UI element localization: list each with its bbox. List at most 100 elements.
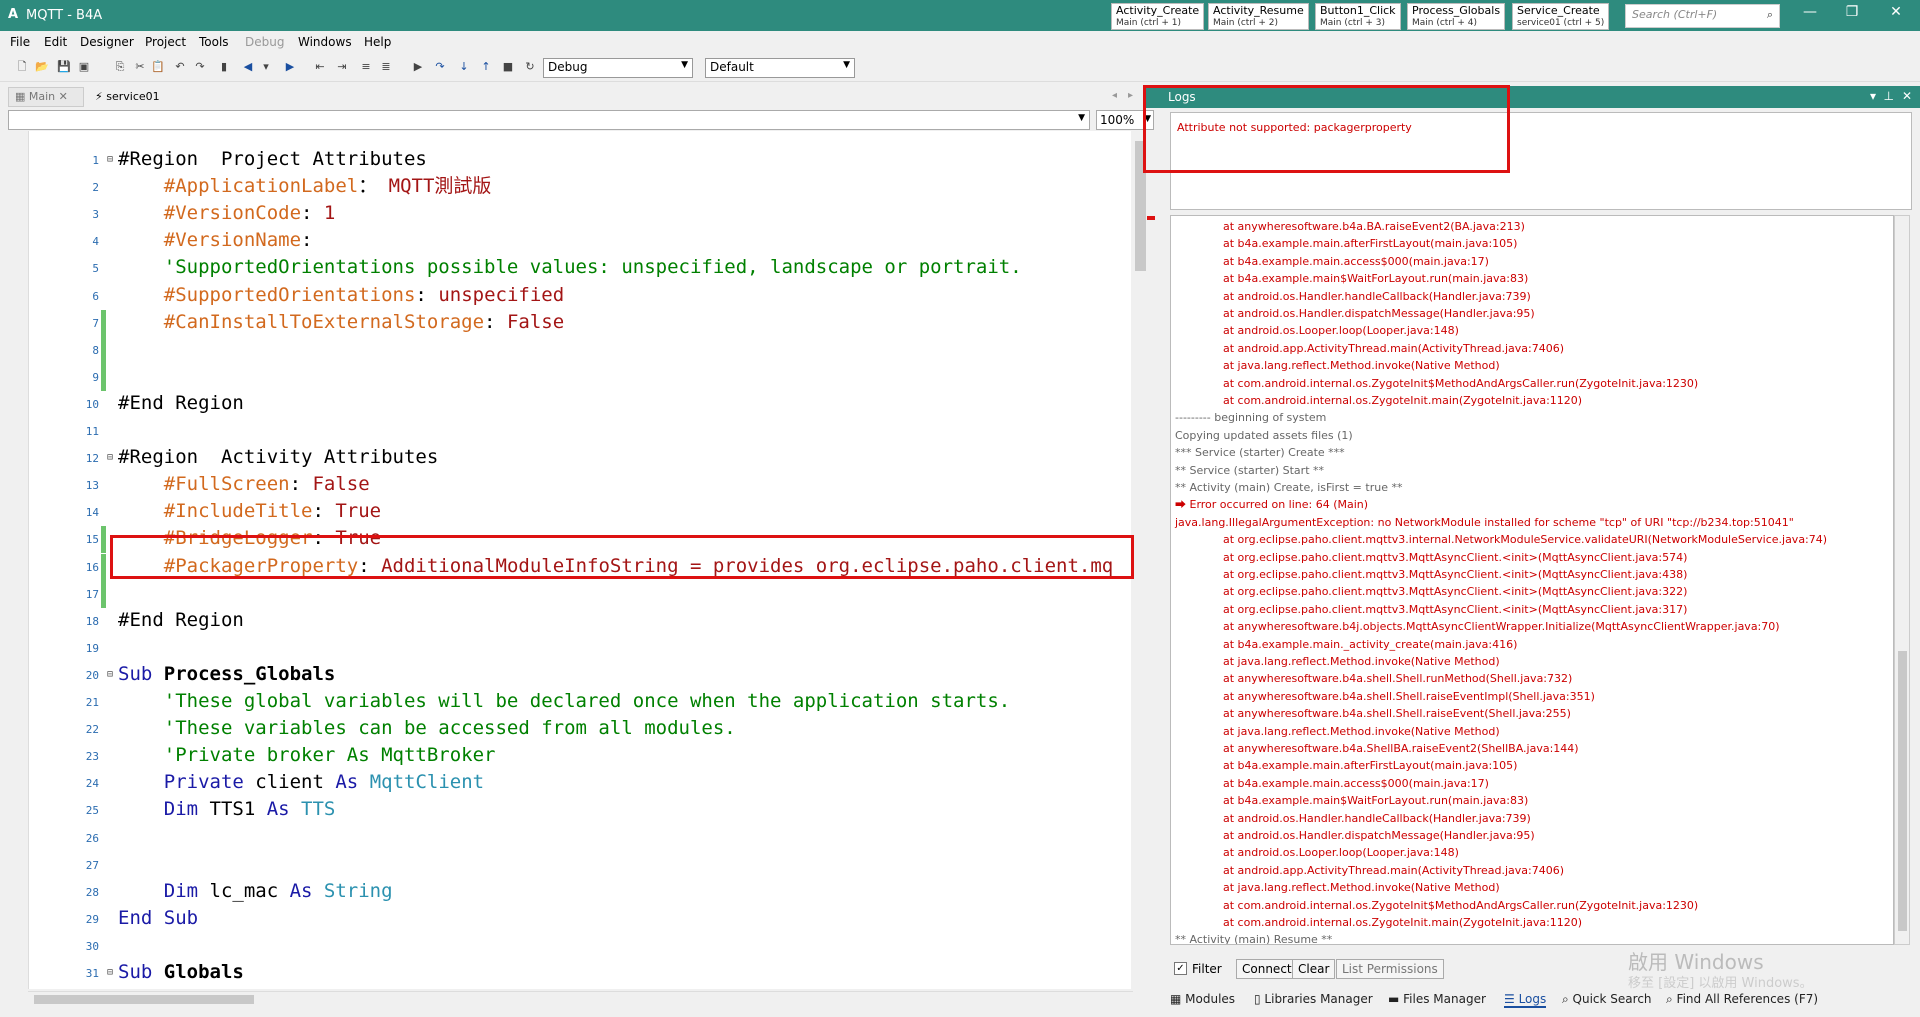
fold-toggle-icon[interactable]: ⊟ (107, 452, 113, 463)
indent-icon[interactable]: ⇥ (334, 59, 350, 75)
editor-vertical-scrollbar[interactable] (1133, 131, 1155, 989)
scrollbar-thumb[interactable] (34, 995, 254, 1004)
code-token: : (415, 283, 427, 306)
menu-windows[interactable]: Windows (298, 35, 352, 49)
copy-icon[interactable]: ⎘ (112, 59, 128, 75)
undo-icon[interactable]: ↶ (172, 59, 188, 75)
bookmark-icon[interactable]: ▮ (216, 59, 232, 75)
save-icon[interactable]: 💾 (56, 59, 72, 75)
quick-jump-activity-create[interactable]: Activity_Create Main (ctrl + 1) (1111, 3, 1205, 30)
uncomment-icon[interactable]: ≣ (378, 59, 394, 75)
search-input[interactable]: Search (Ctrl+F) ⌕ (1625, 4, 1780, 28)
stop-icon[interactable]: ■ (500, 59, 516, 75)
comment-icon[interactable]: ≡ (358, 59, 374, 75)
log-entry: java.lang.IllegalArgumentException: no N… (1175, 515, 1794, 529)
code-token: 1 (312, 202, 336, 225)
menu-file[interactable]: File (10, 35, 30, 49)
tab-main[interactable]: ▦ Main ✕ (8, 87, 84, 107)
filter-checkbox[interactable]: ✓ (1174, 962, 1187, 975)
menu-tools[interactable]: Tools (199, 35, 229, 49)
code-line: #FullScreen: False (118, 472, 370, 496)
fold-toggle-icon[interactable]: ⊟ (107, 154, 113, 165)
code-token: String (323, 879, 393, 902)
log-entry: at com.android.internal.os.ZygoteInit$Me… (1223, 376, 1699, 390)
build-mode-select[interactable]: Debug ▼ (543, 58, 693, 78)
scrollbar-thumb[interactable] (1898, 651, 1907, 931)
navigate-back-icon[interactable]: ◀ (240, 59, 256, 75)
line-number: 16 (85, 560, 99, 574)
tab-quick-search[interactable]: ⌕ Quick Search (1562, 992, 1652, 1007)
line-number: 17 (85, 587, 99, 601)
code-line: 'These variables can be accessed from al… (118, 716, 736, 740)
menu-help[interactable]: Help (364, 35, 391, 49)
quick-jump-service-create[interactable]: Service_Create service01 (ctrl + 5) (1512, 3, 1610, 30)
connect-button[interactable]: Connect (1236, 959, 1298, 979)
tab-service01[interactable]: ⚡ service01 (88, 87, 178, 107)
run-icon[interactable]: ▶ (410, 59, 426, 75)
code-token: #IncludeTitle (118, 500, 313, 523)
fold-toggle-icon[interactable]: ⊟ (107, 669, 113, 680)
step-out-icon[interactable]: ↑ (478, 59, 494, 75)
restore-button[interactable]: ❐ (1832, 4, 1872, 26)
quick-jump-button1-click[interactable]: Button1_Click Main (ctrl + 3) (1315, 3, 1401, 30)
logs-vertical-scrollbar[interactable] (1894, 215, 1910, 945)
menu-debug[interactable]: Debug (245, 35, 284, 49)
restart-icon[interactable]: ↻ (522, 59, 538, 75)
log-entry: at java.lang.reflect.Method.invoke(Nativ… (1223, 655, 1500, 668)
save-all-icon[interactable]: ▣ (76, 59, 92, 75)
editor-horizontal-scrollbar[interactable] (28, 991, 1133, 1007)
log-entry: ** Activity (main) Resume ** (1175, 933, 1333, 945)
close-icon[interactable]: ✕ (59, 90, 68, 103)
list-permissions-button[interactable]: List Permissions (1336, 959, 1444, 979)
error-marker[interactable] (1147, 216, 1155, 220)
clear-button[interactable]: Clear (1292, 959, 1336, 979)
changed-line-marker (101, 526, 106, 554)
code-token: 'These variables can be accessed from al… (118, 717, 736, 740)
chevron-down-icon[interactable]: ▾ (258, 59, 274, 75)
code-line: #End Region (118, 391, 244, 415)
quick-jump-shortcut: Main (ctrl + 4) (1412, 18, 1478, 28)
code-line: #SupportedOrientations: unspecified (118, 283, 564, 307)
navigate-forward-icon[interactable]: ▶ (282, 59, 298, 75)
menu-designer[interactable]: Designer (80, 35, 134, 49)
log-entry: at com.android.internal.os.ZygoteInit$Me… (1223, 898, 1699, 912)
quick-jump-process-globals[interactable]: Process_Globals Main (ctrl + 4) (1407, 3, 1506, 30)
tab-logs[interactable]: ☰ Logs (1504, 992, 1547, 1008)
paste-icon[interactable]: 📋 (150, 59, 166, 75)
quick-jump-activity-resume[interactable]: Activity_Resume Main (ctrl + 2) (1208, 3, 1309, 30)
step-over-icon[interactable]: ↷ (432, 59, 448, 75)
sub-dropdown[interactable]: ▼ (8, 110, 1090, 130)
new-file-icon[interactable]: 🗋 (14, 59, 30, 75)
code-line: #ApplicationLabel： MQTT測試版 (118, 174, 492, 198)
close-icon[interactable]: ✕ (1902, 89, 1912, 103)
tab-scroll-left-icon[interactable]: ◂ (1112, 90, 1117, 101)
step-into-icon[interactable]: ↓ (456, 59, 472, 75)
pin-icon[interactable]: ⊥ (1884, 89, 1894, 103)
tab-libraries-manager[interactable]: ▯ Libraries Manager (1254, 992, 1373, 1006)
chevron-down-icon: ▼ (1078, 113, 1085, 123)
code-line: 'These global variables will be redeclar… (118, 987, 1045, 989)
fold-toggle-icon[interactable]: ⊟ (107, 967, 113, 978)
chevron-down-icon: ▼ (681, 60, 688, 70)
code-token: : (289, 473, 302, 496)
chevron-down-icon[interactable]: ▾ (1870, 89, 1876, 103)
tab-scroll-right-icon[interactable]: ▸ (1128, 90, 1133, 101)
log-entry: at anywheresoftware.b4a.ShellBA.raiseEve… (1223, 742, 1579, 755)
menu-edit[interactable]: Edit (44, 35, 67, 49)
tab-files-manager[interactable]: ▬ Files Manager (1388, 992, 1486, 1006)
line-number: 2 (92, 181, 99, 195)
outdent-icon[interactable]: ⇤ (312, 59, 328, 75)
logs-output[interactable]: at anywheresoftware.b4a.BA.raiseEvent2(B… (1170, 215, 1894, 945)
bottom-tool-tabs: ▦ Modules ▯ Libraries Manager ▬ Files Ma… (1170, 989, 1920, 1013)
close-button[interactable]: ✕ (1876, 4, 1916, 26)
tab-modules[interactable]: ▦ Modules (1170, 992, 1235, 1006)
config-select[interactable]: Default ▼ (705, 58, 855, 78)
open-file-icon[interactable]: 📂 (34, 59, 50, 75)
log-entry: ⮕ Error occurred on line: 64 (Main) (1175, 498, 1369, 512)
cut-icon[interactable]: ✂ (132, 59, 148, 75)
redo-icon[interactable]: ↷ (192, 59, 208, 75)
tab-find-all-references[interactable]: ⌕ Find All References (F7) (1666, 992, 1818, 1007)
line-number: 12 (85, 452, 99, 466)
minimize-button[interactable]: — (1790, 4, 1830, 26)
menu-project[interactable]: Project (145, 35, 186, 49)
